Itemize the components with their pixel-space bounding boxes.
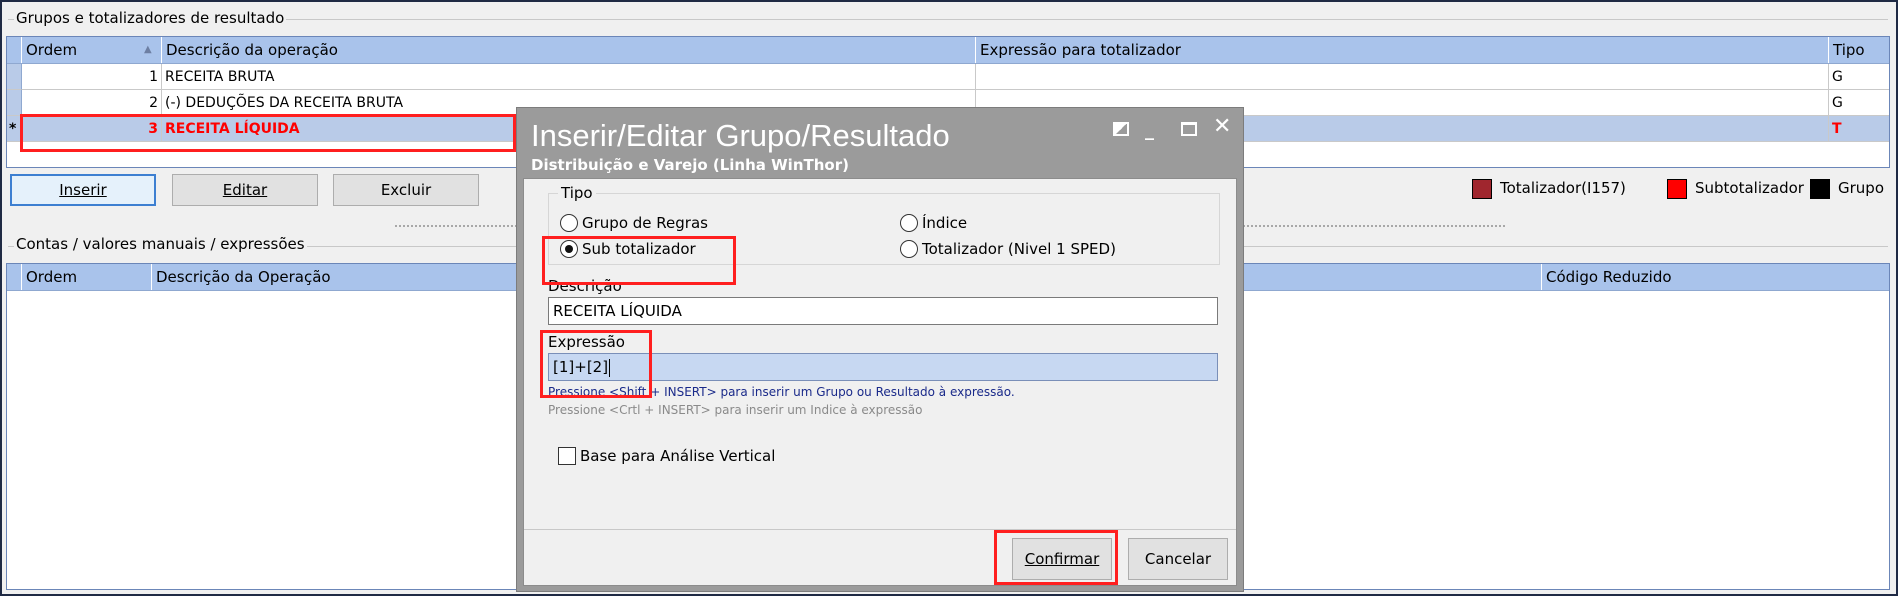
header-tipo[interactable]: Tipo	[1829, 37, 1889, 63]
table-row[interactable]: 1 RECEITA BRUTA G	[7, 64, 1889, 90]
descricao-input[interactable]: RECEITA LÍQUIDA	[548, 297, 1218, 325]
header-expressao[interactable]: Expressão para totalizador	[976, 37, 1829, 63]
dialog-footer-divider	[524, 529, 1236, 530]
radio-sub-totalizador[interactable]	[560, 240, 578, 258]
radio-grupo-regras[interactable]	[560, 214, 578, 232]
base-analise-vertical-label[interactable]: Base para Análise Vertical	[580, 447, 775, 465]
excluir-button[interactable]: Excluir	[333, 174, 479, 206]
cell-ordem: 1	[22, 64, 162, 90]
radio-indice[interactable]	[900, 214, 918, 232]
groups-divider	[8, 19, 1888, 20]
label-grupo-regras[interactable]: Grupo de Regras	[582, 214, 708, 232]
header-ordem[interactable]: Ordem ▲	[22, 37, 162, 63]
hint-ctrl-insert: Pressione <Crtl + INSERT> para inserir u…	[548, 403, 923, 417]
label-sub-totalizador[interactable]: Sub totalizador	[582, 240, 696, 258]
sort-ascending-icon: ▲	[144, 44, 152, 55]
cell-ordem: 3	[22, 116, 162, 142]
totalizador-color-swatch	[1472, 179, 1492, 199]
expressao-label: Expressão	[548, 333, 625, 351]
cell-descricao: RECEITA BRUTA	[162, 64, 976, 90]
dialog-title: Inserir/Editar Grupo/Resultado	[531, 118, 950, 153]
hint-shift-insert: Pressione <Shift + INSERT> para inserir …	[548, 385, 1015, 399]
inserir-button[interactable]: Inserir	[10, 174, 156, 206]
header-indicator-col	[7, 264, 22, 290]
contas-section-title: Contas / valores manuais / expressões	[14, 235, 307, 253]
row-indicator	[7, 90, 22, 116]
maximize-icon[interactable]	[1181, 122, 1197, 136]
cell-tipo: G	[1829, 64, 1889, 90]
text-cursor	[609, 358, 611, 377]
inserir-editar-dialog: Inserir/Editar Grupo/Resultado Distribui…	[516, 107, 1244, 592]
cell-tipo: G	[1829, 90, 1889, 116]
header-descricao[interactable]: Descrição da operação	[162, 37, 976, 63]
minimize-icon[interactable]: _	[1145, 122, 1154, 140]
legend-totalizador: Totalizador(I157)	[1500, 179, 1626, 197]
confirmar-button[interactable]: Confirmar	[1012, 538, 1112, 580]
subtotalizador-color-swatch	[1667, 179, 1687, 199]
cancelar-button[interactable]: Cancelar	[1128, 538, 1228, 580]
radio-totalizador[interactable]	[900, 240, 918, 258]
legend-subtotalizador: Subtotalizador	[1695, 179, 1804, 197]
groups-section-title: Grupos e totalizadores de resultado	[14, 9, 287, 27]
header-indicator-col	[7, 37, 22, 63]
dialog-body: Tipo Grupo de Regras Índice Sub totaliza…	[523, 178, 1237, 586]
legend-grupo: Grupo	[1838, 179, 1884, 197]
tipo-label: Tipo	[558, 184, 596, 202]
dialog-subtitle: Distribuição e Varejo (Linha WinThor)	[531, 156, 849, 174]
row-indicator	[7, 64, 22, 90]
header-ordem[interactable]: Ordem	[22, 264, 152, 290]
grupo-color-swatch	[1810, 179, 1830, 199]
groups-grid-header: Ordem ▲ Descrição da operação Expressão …	[7, 37, 1889, 64]
label-totalizador[interactable]: Totalizador (Nivel 1 SPED)	[922, 240, 1116, 258]
editar-button[interactable]: Editar	[172, 174, 318, 206]
base-analise-vertical-checkbox[interactable]	[558, 447, 576, 465]
row-indicator-current: *	[7, 116, 22, 142]
header-codigo-reduzido[interactable]: Código Reduzido	[1542, 264, 1889, 290]
expressao-input[interactable]: [1]+[2]	[548, 353, 1218, 381]
cell-expressao	[976, 64, 1829, 90]
label-indice[interactable]: Índice	[922, 214, 967, 232]
cell-tipo: T	[1829, 116, 1889, 142]
close-icon[interactable]: ✕	[1213, 116, 1231, 138]
restore-icon[interactable]	[1113, 122, 1129, 136]
descricao-label: Descrição	[548, 277, 622, 295]
cell-ordem: 2	[22, 90, 162, 116]
